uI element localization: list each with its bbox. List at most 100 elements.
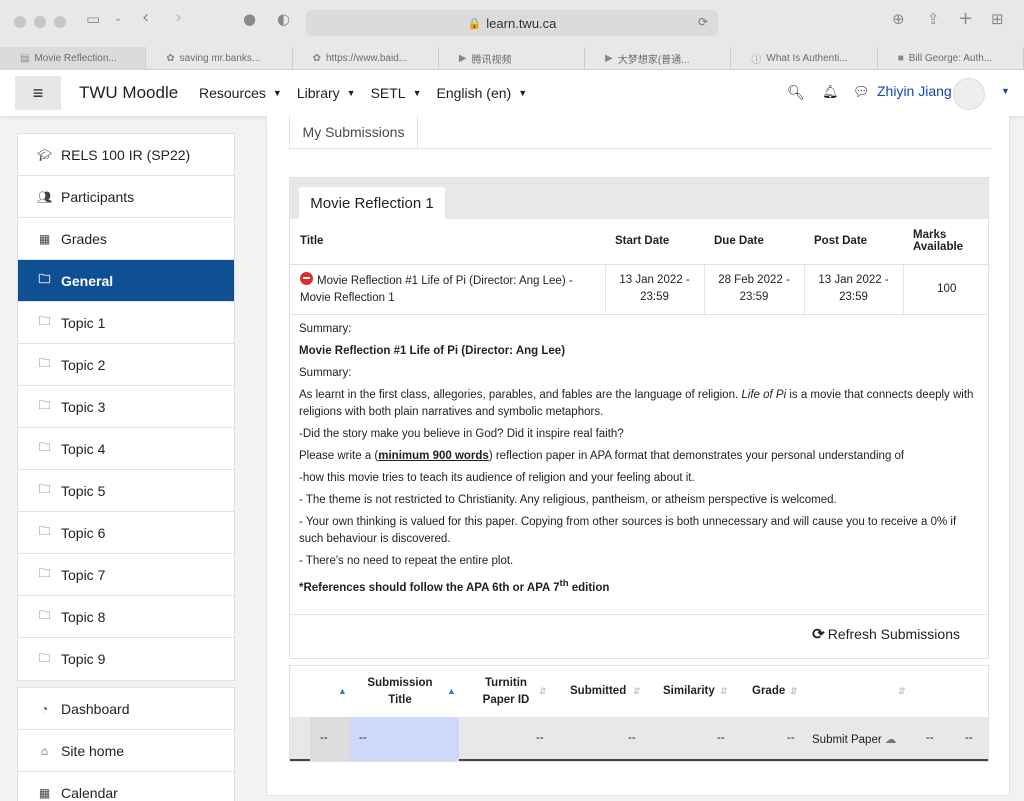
summary-paragraph: -Did the story make you believe in God? …: [299, 428, 624, 440]
sidebar-toggle-icon[interactable]: ▭: [86, 10, 100, 28]
graduation-cap-icon: 🎓︎: [37, 147, 53, 162]
sidebar-item-label: Topic 2: [61, 356, 106, 373]
menu-resources[interactable]: Resources ▼: [199, 85, 282, 101]
summary-paragraph: *References should follow the APA 6th or…: [299, 575, 979, 597]
sidebar-item-topic-8[interactable]: 🗀 Topic 8: [18, 596, 234, 638]
submit-paper-button[interactable]: Submit Paper ☁: [812, 732, 896, 746]
cell-shade: [310, 717, 350, 761]
sidebar-item-grades[interactable]: ▦ Grades: [18, 218, 234, 260]
tab-my-submissions[interactable]: My Submissions: [289, 116, 418, 149]
download-icon[interactable]: ⊕: [892, 10, 905, 28]
sort-icon[interactable]: ⇵: [720, 683, 728, 700]
reload-icon[interactable]: ⟳: [698, 15, 708, 29]
col-submission-title[interactable]: Submission Title: [360, 675, 440, 709]
grammarly-icon[interactable]: ●: [243, 10, 256, 28]
user-name[interactable]: Zhiyin Jiang: [877, 83, 952, 99]
tab-overview-icon[interactable]: ⊞: [991, 10, 1004, 28]
cell-value: --: [926, 732, 934, 744]
browser-tab[interactable]: ✿ https://www.baid...: [293, 47, 439, 70]
sidebar-item-topic-3[interactable]: 🗀 Topic 3: [18, 386, 234, 428]
folder-icon: 🗀: [38, 566, 51, 580]
window-controls[interactable]: [14, 16, 66, 28]
drawer-toggle-button[interactable]: ≡: [15, 76, 61, 110]
folder-icon: 🗀: [38, 482, 51, 496]
table-row: Movie Reflection #1 Life of Pi (Director…: [290, 264, 990, 314]
search-icon[interactable]: 🔍︎: [787, 84, 805, 101]
sidebar-item-general[interactable]: 🗀 General: [18, 260, 234, 302]
dashboard-icon: ◔: [40, 701, 49, 716]
tab-label: 大梦想家(普通...: [617, 55, 690, 66]
sidebar-item-topic-7[interactable]: 🗀 Topic 7: [18, 554, 234, 596]
site-brand[interactable]: TWU Moodle: [79, 83, 178, 103]
page-icon: ✿: [312, 53, 321, 64]
sidebar-item-topic-1[interactable]: 🗀 Topic 1: [18, 302, 234, 344]
browser-tab[interactable]: ▶ 腾讯视频: [439, 47, 586, 70]
message-icon[interactable]: 💬︎: [853, 84, 870, 100]
sidebar-item-dashboard[interactable]: ◔ Dashboard: [18, 688, 234, 730]
sort-icon[interactable]: ▲: [447, 683, 456, 700]
menu-setl[interactable]: SETL ▼: [371, 85, 422, 101]
col-similarity[interactable]: Similarity: [663, 683, 715, 700]
sidebar-item-topic-5[interactable]: 🗀 Topic 5: [18, 470, 234, 512]
sidebar-item-label: Dashboard: [61, 700, 130, 717]
avatar[interactable]: [953, 78, 985, 110]
folder-icon: 🗀: [38, 398, 51, 412]
sidebar-item-topic-6[interactable]: 🗀 Topic 6: [18, 512, 234, 554]
new-tab-icon[interactable]: +: [958, 8, 973, 29]
calendar-icon: ▦: [38, 786, 51, 800]
shield-icon[interactable]: ◐: [277, 10, 290, 28]
col-grade[interactable]: Grade: [752, 683, 785, 700]
sidebar-item-topic-9[interactable]: 🗀 Topic 9: [18, 638, 234, 680]
forward-icon[interactable]: ›: [175, 7, 182, 28]
sort-icon[interactable]: ⇵: [633, 683, 641, 700]
summary-heading: Movie Reflection #1 Life of Pi (Director…: [299, 345, 566, 357]
sidebar-item-participants[interactable]: 👥︎ Participants: [18, 176, 234, 218]
sort-icon[interactable]: ⇵: [898, 683, 906, 700]
primary-menu: Resources ▼ Library ▼ SETL ▼ English (en) ▼: [199, 85, 527, 101]
assignment-summary: Summary: Movie Reflection #1 Life of Pi …: [290, 314, 988, 614]
sort-icon[interactable]: ⇵: [790, 683, 798, 700]
tab-label: Movie Reflection...: [34, 53, 117, 64]
menu-label: English (en): [436, 85, 512, 101]
sort-icon[interactable]: ⇵: [539, 683, 547, 700]
tab-label: 腾讯视频: [471, 55, 512, 66]
chevron-down-icon[interactable]: ⌄: [114, 13, 122, 24]
sidebar-item-topic-4[interactable]: 🗀 Topic 4: [18, 428, 234, 470]
sidebar-item-calendar[interactable]: ▦ Calendar: [18, 772, 234, 801]
sidebar-item-site-home[interactable]: ⌂ Site home: [18, 730, 234, 772]
browser-tab[interactable]: ▶ 大梦想家(普通...: [585, 47, 732, 70]
caret-down-icon[interactable]: ▼: [1001, 86, 1010, 96]
back-icon[interactable]: ‹: [142, 7, 149, 28]
share-icon[interactable]: ⇪: [927, 10, 940, 28]
refresh-submissions-button[interactable]: ⟳ Refresh Submissions: [812, 625, 960, 643]
sidebar-item-label: Site home: [61, 742, 125, 759]
browser-tab[interactable]: ■ Bill George: Auth...: [878, 47, 1024, 70]
due-date-cell: 28 Feb 2022 - 23:59: [704, 264, 805, 314]
col-title: Title: [290, 219, 605, 265]
folder-icon: 🗀: [38, 650, 51, 665]
submissions-header-row: ▲ Submission Title ▲ Turnitin Paper ID ⇵…: [290, 666, 988, 717]
superscript: th: [559, 578, 569, 589]
sort-icon[interactable]: ▲: [338, 683, 347, 700]
submit-paper-label: Submit Paper: [812, 734, 882, 746]
nav-drawer: 🎓︎ RELS 100 IR (SP22) 👥︎ Participants ▦ Gra…: [17, 133, 235, 801]
cell-value: --: [965, 732, 973, 744]
browser-tab[interactable]: ✿ saving mr.banks...: [146, 47, 293, 70]
sidebar-item-course[interactable]: 🎓︎ RELS 100 IR (SP22): [18, 134, 234, 176]
bell-icon[interactable]: 🔔︎: [822, 84, 839, 100]
menu-language[interactable]: English (en) ▼: [437, 85, 528, 101]
sidebar-item-topic-2[interactable]: 🗀 Topic 2: [18, 344, 234, 386]
browser-tab[interactable]: ⓘ What Is Authenti...: [731, 47, 878, 70]
menu-library[interactable]: Library ▼: [297, 85, 356, 101]
col-submitted[interactable]: Submitted: [570, 683, 626, 700]
browser-tab[interactable]: ▤ Movie Reflection...: [0, 47, 147, 70]
global-nav: ◔ Dashboard ⌂ Site home ▦ Calendar: [17, 687, 235, 801]
tab-movie-reflection-1[interactable]: Movie Reflection 1: [299, 187, 445, 219]
assignment-tabs: Movie Reflection 1: [290, 178, 988, 219]
cell-value: --: [628, 732, 636, 744]
summary-paragraph: - The theme is not restricted to Christi…: [299, 494, 837, 506]
address-bar[interactable]: 🔒 learn.twu.ca ⟳: [306, 10, 718, 36]
menu-label: Library: [296, 85, 340, 101]
sidebar-item-label: Topic 7: [61, 566, 106, 583]
col-paper-id[interactable]: Turnitin Paper ID: [476, 675, 536, 709]
